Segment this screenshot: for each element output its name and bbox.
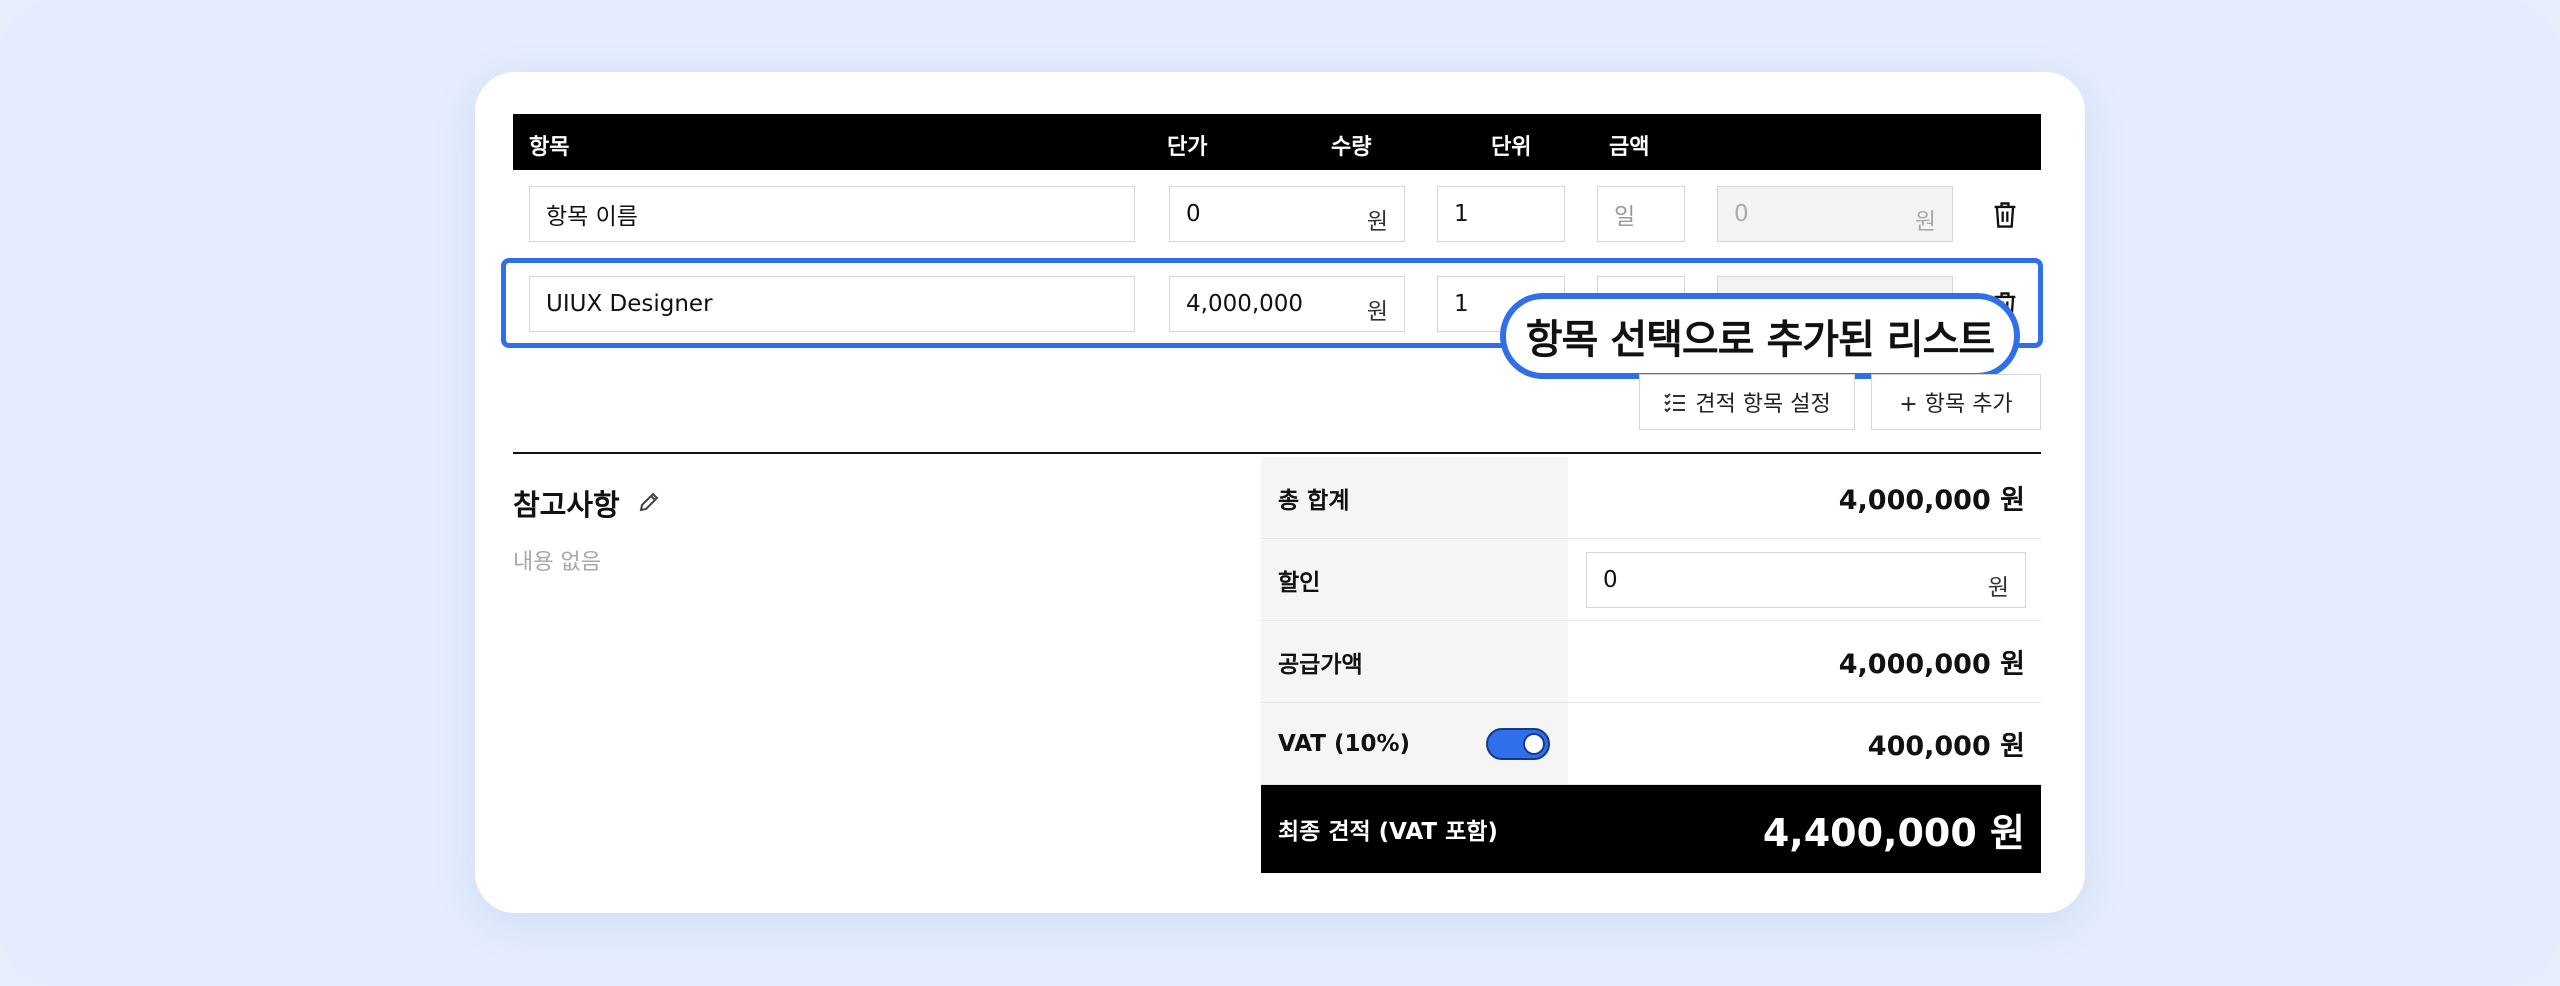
trash-icon[interactable] — [1991, 200, 2019, 230]
item-name-placeholder: 항목 이름 — [546, 204, 638, 230]
settings-button-label: 견적 항목 설정 — [1695, 392, 1831, 417]
qty-value: 1 — [1454, 291, 1469, 317]
notes-empty-text: 내용 없음 — [513, 550, 601, 575]
callout-badge: 항목 선택으로 추가된 리스트 — [1500, 293, 2020, 379]
vat-toggle[interactable] — [1486, 728, 1550, 760]
unit-price-input[interactable]: 4,000,000 원 — [1169, 276, 1405, 332]
amount-value: 0 — [1734, 201, 1749, 227]
supply-value: 4,000,000 원 — [1838, 649, 2025, 680]
quote-card: 항목 단가 수량 단위 금액 항목 이름 0 원 1 일 0 원 UIUX De… — [475, 72, 2085, 913]
vat-value: 400,000 원 — [1867, 731, 2025, 762]
item-name-value: UIUX Designer — [546, 291, 713, 317]
currency-label: 원 — [1366, 299, 1388, 325]
item-name-input[interactable]: 항목 이름 — [529, 186, 1135, 242]
header-qty: 수량 — [1331, 135, 1372, 160]
add-item-button[interactable]: + 항목 추가 — [1871, 374, 2041, 430]
notes-title: 참고사항 — [513, 488, 620, 522]
supply-row: 공급가액 4,000,000 원 — [1261, 621, 2041, 703]
discount-unit: 원 — [1987, 575, 2009, 601]
qty-input[interactable]: 1 — [1437, 186, 1565, 242]
vat-row: VAT (10%) 400,000 원 — [1261, 703, 2041, 785]
discount-input[interactable]: 0 원 — [1586, 552, 2026, 608]
discount-value: 0 — [1603, 567, 1618, 593]
unit-price-input[interactable]: 0 원 — [1169, 186, 1405, 242]
pencil-icon[interactable] — [637, 490, 661, 514]
final-value: 4,400,000 원 — [1762, 810, 2025, 855]
amount-currency: 원 — [1914, 209, 1936, 235]
unit-price-value: 4,000,000 — [1186, 291, 1304, 317]
discount-label: 할인 — [1261, 539, 1568, 620]
quote-item-settings-button[interactable]: 견적 항목 설정 — [1639, 374, 1855, 430]
item-name-input[interactable]: UIUX Designer — [529, 276, 1135, 332]
unit-input[interactable]: 일 — [1597, 186, 1685, 242]
add-button-label: + 항목 추가 — [1899, 392, 2013, 417]
header-item: 항목 — [529, 135, 570, 160]
total-label: 총 합계 — [1261, 457, 1568, 538]
final-label: 최종 견적 (VAT 포함) — [1261, 785, 1568, 873]
table-header: 항목 단가 수량 단위 금액 — [513, 114, 2041, 170]
section-divider — [513, 452, 2041, 454]
final-row: 최종 견적 (VAT 포함) 4,400,000 원 — [1261, 785, 2041, 873]
unit-price-value: 0 — [1186, 201, 1201, 227]
total-row: 총 합계 4,000,000 원 — [1261, 457, 2041, 539]
supply-label: 공급가액 — [1261, 621, 1568, 702]
header-unit-price: 단가 — [1167, 135, 1208, 160]
header-amount: 금액 — [1609, 135, 1650, 160]
unit-placeholder: 일 — [1614, 204, 1636, 230]
currency-label: 원 — [1366, 209, 1388, 235]
header-unit: 단위 — [1491, 135, 1532, 160]
amount-field: 0 원 — [1717, 186, 1953, 242]
toggle-knob — [1523, 733, 1545, 755]
checklist-icon — [1664, 393, 1686, 413]
qty-value: 1 — [1454, 201, 1469, 227]
total-value: 4,000,000 원 — [1838, 485, 2025, 516]
discount-row: 할인 0 원 — [1261, 539, 2041, 621]
